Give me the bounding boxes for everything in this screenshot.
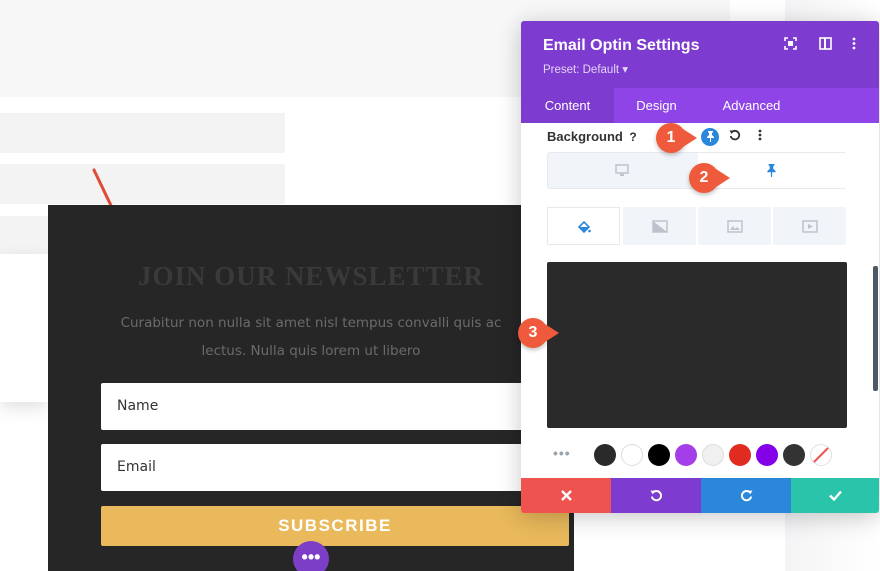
email-field[interactable]: Email — [101, 444, 574, 491]
color-swatch[interactable] — [594, 444, 616, 466]
gradient-tab[interactable] — [623, 207, 696, 245]
reset-icon[interactable] — [726, 128, 744, 146]
desktop-state-icon[interactable] — [615, 164, 629, 182]
name-field[interactable]: Name — [101, 383, 574, 430]
fullscreen-icon[interactable] — [784, 37, 797, 53]
newsletter-module[interactable]: JOIN OUR NEWSLETTER Curabitur non nulla … — [48, 205, 574, 571]
panel-tabs: Content Design Advanced — [521, 88, 879, 123]
page-placeholder-bar — [0, 216, 48, 254]
callout-2: 2 — [689, 163, 719, 193]
color-swatch[interactable] — [756, 444, 778, 466]
background-label: Background — [547, 129, 623, 144]
background-options-icon[interactable] — [751, 128, 769, 146]
color-fill-tab[interactable] — [547, 207, 620, 245]
tab-content[interactable]: Content — [521, 88, 614, 123]
tab-advanced[interactable]: Advanced — [699, 88, 804, 123]
page-placeholder-bar — [0, 113, 285, 153]
pin-icon — [766, 164, 777, 182]
panel-actions — [521, 478, 879, 513]
page-placeholder-bar — [0, 164, 285, 204]
panel-title: Email Optin Settings — [543, 37, 700, 54]
callout-2-tail — [716, 169, 730, 187]
newsletter-title: JOIN OUR NEWSLETTER — [137, 261, 485, 291]
cancel-button[interactable] — [521, 478, 611, 513]
background-color-preview[interactable] — [547, 262, 847, 428]
color-swatch[interactable] — [783, 444, 805, 466]
gradient-icon — [651, 220, 668, 236]
more-options-icon[interactable] — [851, 37, 857, 53]
subscribe-button[interactable]: SUBSCRIBE — [101, 506, 569, 546]
preset-selector[interactable]: Preset: Default ▾ — [543, 62, 628, 76]
panel-scrollbar[interactable] — [873, 266, 878, 391]
redo-button[interactable] — [701, 478, 791, 513]
video-icon — [801, 220, 818, 236]
sticky-state-icon[interactable] — [701, 128, 719, 146]
image-tab[interactable] — [698, 207, 771, 245]
module-options-button[interactable]: ••• — [293, 541, 329, 571]
more-swatches-button[interactable]: ••• — [553, 445, 571, 461]
color-swatch[interactable] — [621, 444, 643, 466]
callout-3: 3 — [518, 318, 548, 348]
callout-3-tail — [545, 324, 559, 342]
background-type-tabs — [547, 207, 847, 245]
newsletter-description: Curabitur non nulla sit amet nisl tempus… — [120, 315, 502, 359]
tab-design[interactable]: Design — [614, 88, 699, 123]
color-swatch[interactable] — [648, 444, 670, 466]
callout-1-tail — [683, 129, 697, 147]
split-view-icon[interactable] — [819, 37, 832, 53]
paint-bucket-icon — [577, 220, 591, 237]
color-swatch[interactable] — [702, 444, 724, 466]
email-optin-settings-panel: Email Optin Settings Preset: Default ▾ C… — [521, 21, 879, 513]
help-icon[interactable]: ? — [624, 128, 642, 146]
undo-button[interactable] — [611, 478, 701, 513]
image-icon — [726, 220, 743, 236]
color-swatch[interactable] — [675, 444, 697, 466]
page-placeholder-block — [0, 254, 48, 402]
save-button[interactable] — [791, 478, 879, 513]
panel-header: Email Optin Settings Preset: Default ▾ — [521, 21, 879, 88]
video-tab[interactable] — [773, 207, 846, 245]
swatch-transparent[interactable] — [810, 444, 832, 466]
callout-1: 1 — [656, 123, 686, 153]
color-swatch[interactable] — [729, 444, 751, 466]
